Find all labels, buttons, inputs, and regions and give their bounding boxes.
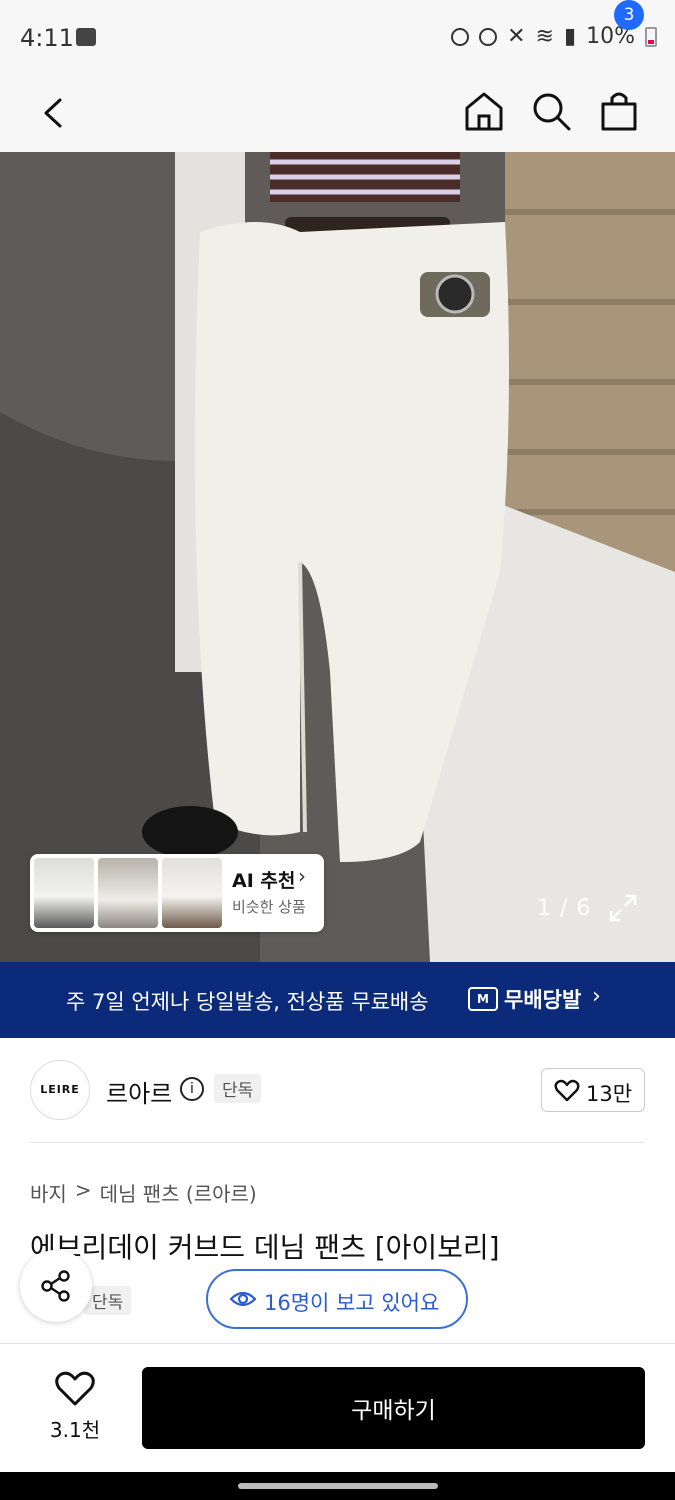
buy-button[interactable]: 구매하기 (142, 1367, 645, 1449)
recommendation-thumbnail[interactable] (98, 858, 158, 928)
wishlist-count: 3.1천 (49, 1418, 101, 1442)
product-photo (0, 152, 675, 962)
back-icon (44, 98, 62, 128)
breadcrumb-subcategory[interactable]: 데님 팬츠 (르아르) (100, 1178, 257, 1207)
recommendation-thumbnail[interactable] (34, 858, 94, 928)
info-icon[interactable]: i (180, 1077, 204, 1101)
search-icon (533, 93, 571, 131)
exclusive-tag: 단독 (214, 1074, 262, 1103)
lock-icon (451, 27, 470, 46)
status-bar: 4:11 ✕ ≋ ▮ 10% (0, 0, 675, 78)
bottom-bar-divider (0, 1343, 675, 1344)
breadcrumb: 바지 > 데님 팬츠 (르아르) (30, 1178, 257, 1207)
brand-like-button[interactable]: 13만 (541, 1068, 645, 1112)
status-time: 4:11 (20, 24, 74, 52)
ai-recommendation-title: AI 추천 (232, 870, 296, 892)
product-title: 에브리데이 커브드 데님 팬츠 [아이보리] (30, 1231, 500, 1264)
ai-recommendation-card[interactable]: AI 추천 › 비슷한 상품 (30, 854, 324, 932)
wishlist-button[interactable]: 3.1천 (40, 1370, 110, 1450)
share-icon (41, 1270, 70, 1302)
viewers-text: 16명이 보고 있어요 (264, 1291, 440, 1315)
cart-count-badge: 3 (614, 0, 644, 30)
cart-button[interactable] (596, 86, 642, 136)
expand-icon (609, 894, 637, 922)
home-icon (465, 92, 503, 131)
expand-button[interactable] (608, 893, 638, 923)
brand-logo[interactable]: LEIRE (30, 1060, 90, 1120)
divider (30, 1142, 645, 1143)
chevron-right-icon: › (298, 864, 306, 888)
wifi-icon: ≋ (535, 24, 554, 49)
chevron-right-icon: › (592, 984, 601, 1009)
viewers-count-badge: 16명이 보고 있어요 (206, 1269, 468, 1329)
heart-icon (55, 1371, 95, 1406)
back-button[interactable] (36, 88, 76, 138)
product-image[interactable] (0, 152, 675, 962)
banner-brand-name: 무배당발 (504, 988, 582, 1012)
gallery-notification-icon (76, 28, 96, 46)
app-bar (0, 78, 675, 152)
shipping-banner[interactable]: 주 7일 언제나 당일발송, 전상품 무료배송 M 무배당발 › (0, 962, 675, 1038)
home-gesture-handle[interactable] (238, 1483, 438, 1489)
banner-text: 주 7일 언제나 당일발송, 전상품 무료배송 (66, 990, 429, 1014)
image-counter: 1 / 6 (537, 896, 592, 921)
signal-icon: ▮ (563, 24, 577, 49)
ai-recommendation-subtitle: 비슷한 상품 (232, 898, 306, 916)
heart-icon (554, 1079, 580, 1102)
battery-icon (645, 26, 657, 47)
brand-name[interactable]: 르아르 (106, 1074, 172, 1109)
home-button[interactable] (462, 86, 506, 136)
brand-like-count: 13만 (586, 1082, 633, 1106)
share-button[interactable] (20, 1250, 92, 1322)
breadcrumb-separator: > (74, 1178, 92, 1202)
shopping-bag-icon (601, 92, 637, 131)
truck-icon: M (468, 987, 498, 1011)
mute-icon: ✕ (507, 24, 526, 49)
eye-icon (230, 1291, 256, 1307)
banner-brand-logo: M 무배당발 (468, 984, 581, 1014)
recommendation-thumbnail[interactable] (162, 858, 222, 928)
breadcrumb-category[interactable]: 바지 (30, 1178, 67, 1207)
search-button[interactable] (528, 86, 574, 136)
alarm-icon (479, 27, 498, 46)
